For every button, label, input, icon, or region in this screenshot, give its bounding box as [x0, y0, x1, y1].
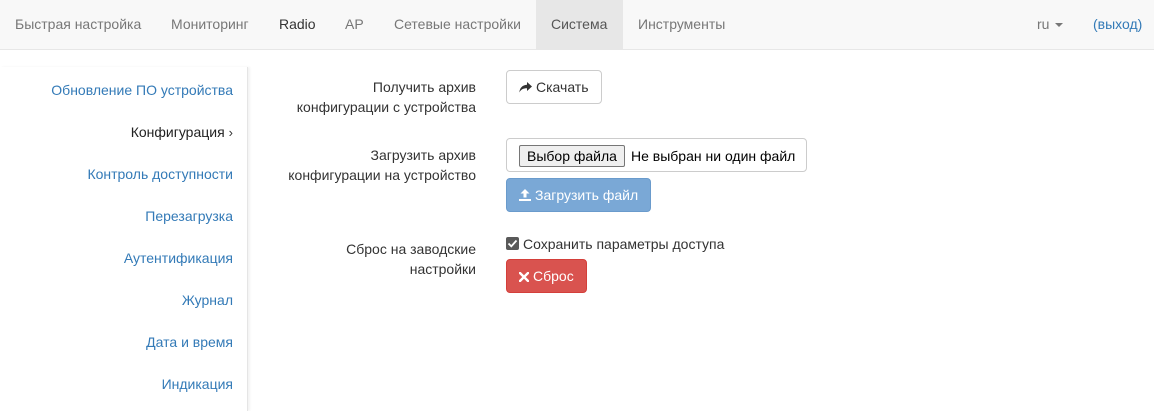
upload-config-label-line2: конфигурации на устройство — [288, 167, 476, 183]
sidebar-item-availability-control[interactable]: Контроль доступности — [87, 164, 233, 184]
keep-access-checkbox[interactable] — [506, 237, 519, 250]
nav-tools[interactable]: Инструменты — [623, 0, 740, 49]
nav-ap[interactable]: AP — [330, 0, 379, 49]
download-button[interactable]: Скачать — [506, 70, 602, 104]
nav-monitoring[interactable]: Мониторинг — [156, 0, 264, 49]
sidebar-item-firmware-update[interactable]: Обновление ПО устройства — [51, 80, 233, 100]
reset-button[interactable]: Сброс — [506, 259, 587, 293]
sidebar-item-configuration[interactable]: Конфигурация › — [131, 122, 233, 142]
file-input[interactable]: Выбор файла Не выбран ни один файл — [506, 138, 807, 172]
nav-system[interactable]: Система — [536, 0, 623, 49]
sidebar-item-authentication[interactable]: Аутентификация — [124, 248, 233, 268]
chevron-right-icon: › — [228, 125, 233, 140]
download-config-label: Получить архив конфигурации с устройства — [276, 77, 476, 117]
choose-file-button[interactable]: Выбор файла — [519, 145, 625, 167]
sidebar-item-reboot[interactable]: Перезагрузка — [145, 206, 233, 226]
nav-network-settings[interactable]: Сетевые настройки — [379, 0, 536, 49]
share-arrow-icon — [519, 72, 532, 104]
upload-file-button[interactable]: Загрузить файл — [506, 178, 652, 212]
logout-link[interactable]: (выход) — [1093, 0, 1142, 49]
caret-down-icon — [1055, 23, 1064, 28]
nav-radio[interactable]: Radio — [264, 0, 331, 49]
language-dropdown[interactable]: ru — [1037, 0, 1064, 49]
download-config-label-line1: Получить архив — [372, 79, 476, 95]
download-config-label-line2: конфигурации с устройства — [296, 99, 476, 115]
upload-icon — [519, 180, 531, 212]
download-button-label: Скачать — [536, 79, 589, 95]
keep-access-label[interactable]: Сохранить параметры доступа — [523, 234, 724, 254]
language-label: ru — [1037, 16, 1050, 32]
file-status-text: Не выбран ни один файл — [631, 148, 796, 164]
factory-reset-label: Сброс на заводские настройки — [276, 239, 476, 279]
sidebar: Обновление ПО устройства Конфигурация › К… — [0, 67, 248, 411]
sidebar-item-indication[interactable]: Индикация — [162, 374, 233, 394]
upload-config-label-line1: Загрузить архив — [370, 147, 477, 163]
sidebar-item-label: Конфигурация — [130, 124, 225, 140]
sidebar-item-date-time[interactable]: Дата и время — [146, 332, 233, 352]
reset-button-label: Сброс — [533, 268, 574, 284]
top-navbar: Быстрая настройка Мониторинг Radio AP Се… — [0, 0, 1154, 50]
factory-reset-label-line2: настройки — [409, 261, 476, 277]
close-icon — [518, 261, 530, 293]
factory-reset-label-line1: Сброс на заводские — [346, 241, 476, 257]
checkmark-icon — [507, 239, 518, 248]
upload-config-label: Загрузить архив конфигурации на устройст… — [276, 145, 476, 185]
nav-quick-setup[interactable]: Быстрая настройка — [0, 0, 156, 49]
sidebar-item-log[interactable]: Журнал — [182, 290, 233, 310]
upload-file-button-label: Загрузить файл — [535, 187, 639, 203]
